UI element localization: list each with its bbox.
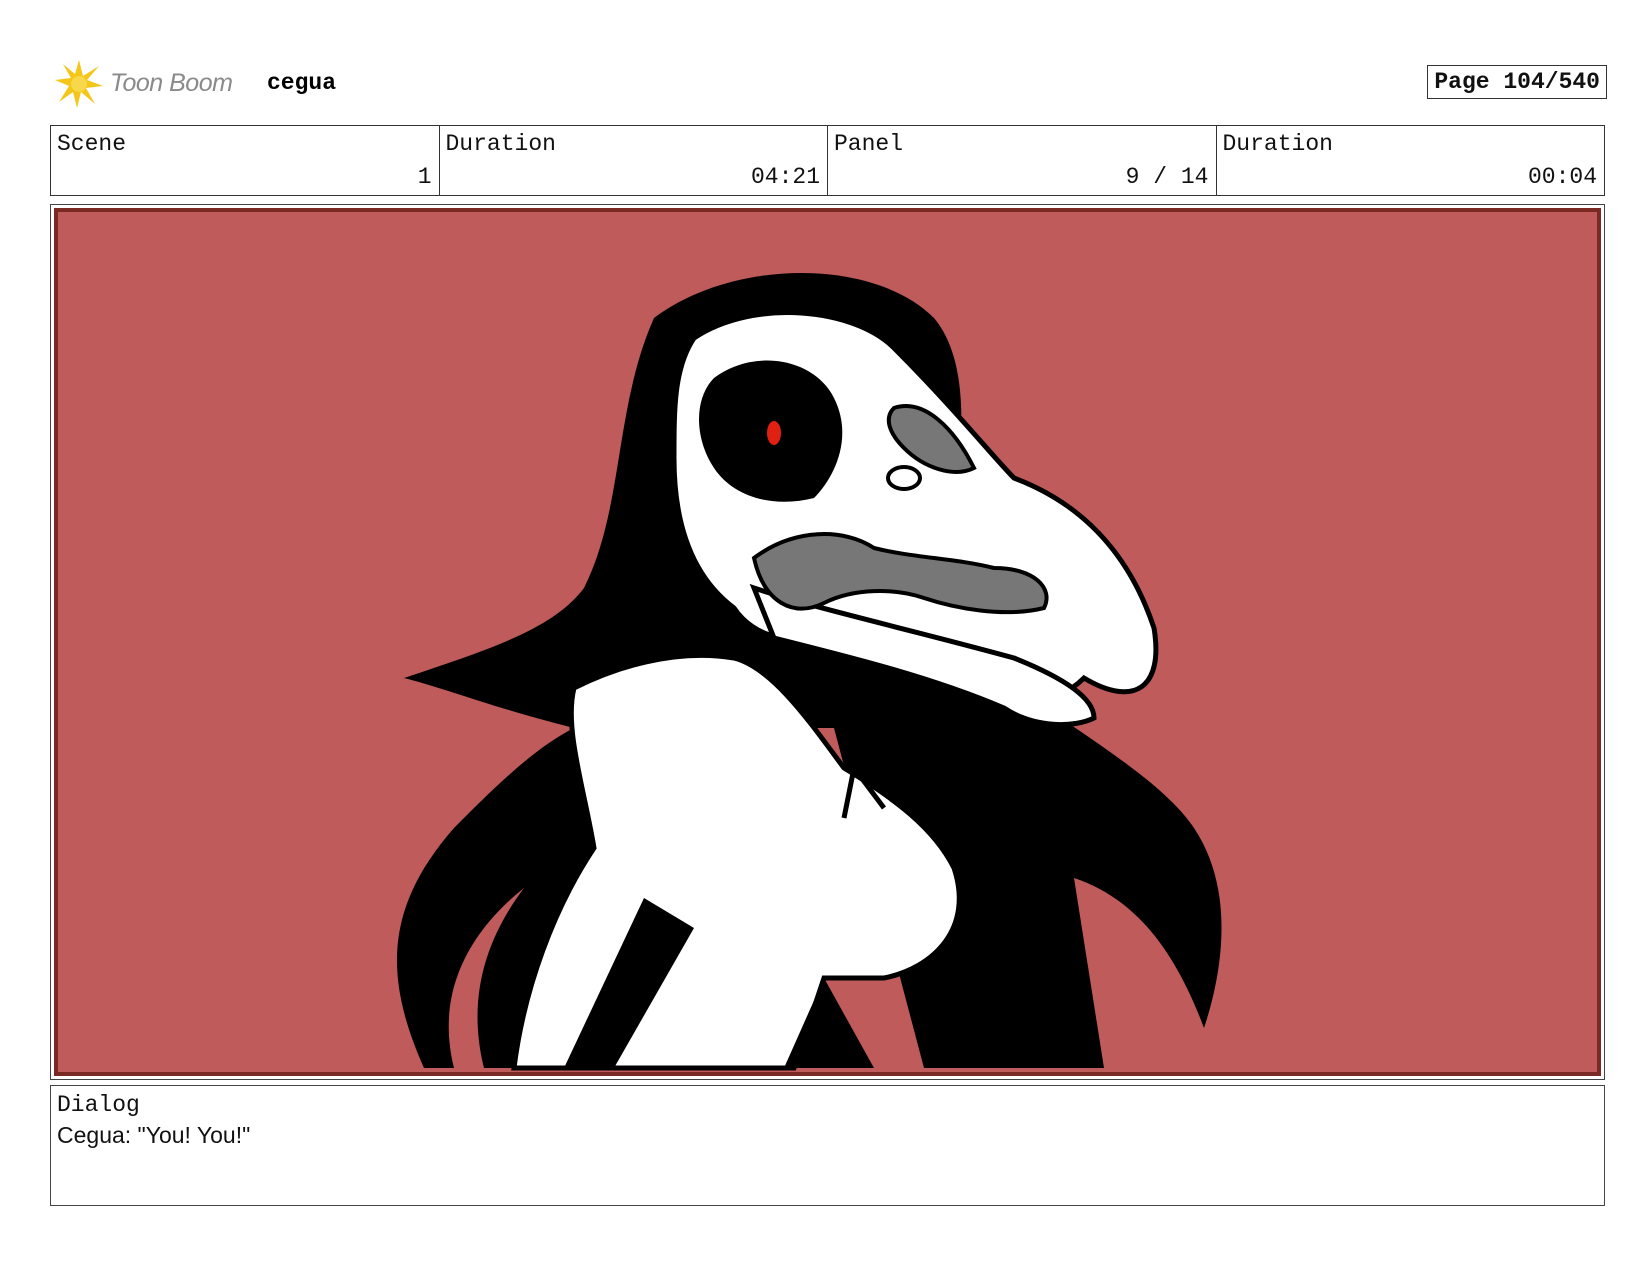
brand-name: Toon Boom <box>110 69 233 97</box>
scene-label: Scene <box>57 131 127 157</box>
dialog-label: Dialog <box>57 1092 140 1118</box>
scene-cell: Scene 1 <box>51 126 440 195</box>
project-name: cegua <box>267 70 337 96</box>
scene-duration-value: 04:21 <box>750 164 820 190</box>
page-header: Toon Boom cegua Page 104/540 <box>50 55 1607 110</box>
panel-label: Panel <box>834 131 904 157</box>
panel-duration-cell: Duration 00:04 <box>1217 126 1605 195</box>
panel-cell: Panel 9 / 14 <box>828 126 1217 195</box>
scene-value: 1 <box>417 164 432 190</box>
page-indicator: Page 104/540 <box>1427 65 1607 99</box>
panel-value: 9 / 14 <box>1125 164 1209 190</box>
scene-duration-cell: Duration 04:21 <box>440 126 828 195</box>
panel-duration-value: 00:04 <box>1527 164 1597 190</box>
panel-duration-label: Duration <box>1222 131 1333 157</box>
panel-artwork <box>54 208 1601 1076</box>
dialog-text: Cegua: "You! You!" <box>57 1122 251 1148</box>
toon-boom-logo-icon <box>55 60 103 108</box>
panel-info-row: Scene 1 Duration 04:21 Panel 9 / 14 Dura… <box>50 125 1605 196</box>
scene-duration-label: Duration <box>445 131 556 157</box>
dialog-box: Dialog Cegua: "You! You!" <box>50 1085 1605 1206</box>
storyboard-panel <box>50 204 1605 1080</box>
red-eye-icon <box>767 421 781 445</box>
